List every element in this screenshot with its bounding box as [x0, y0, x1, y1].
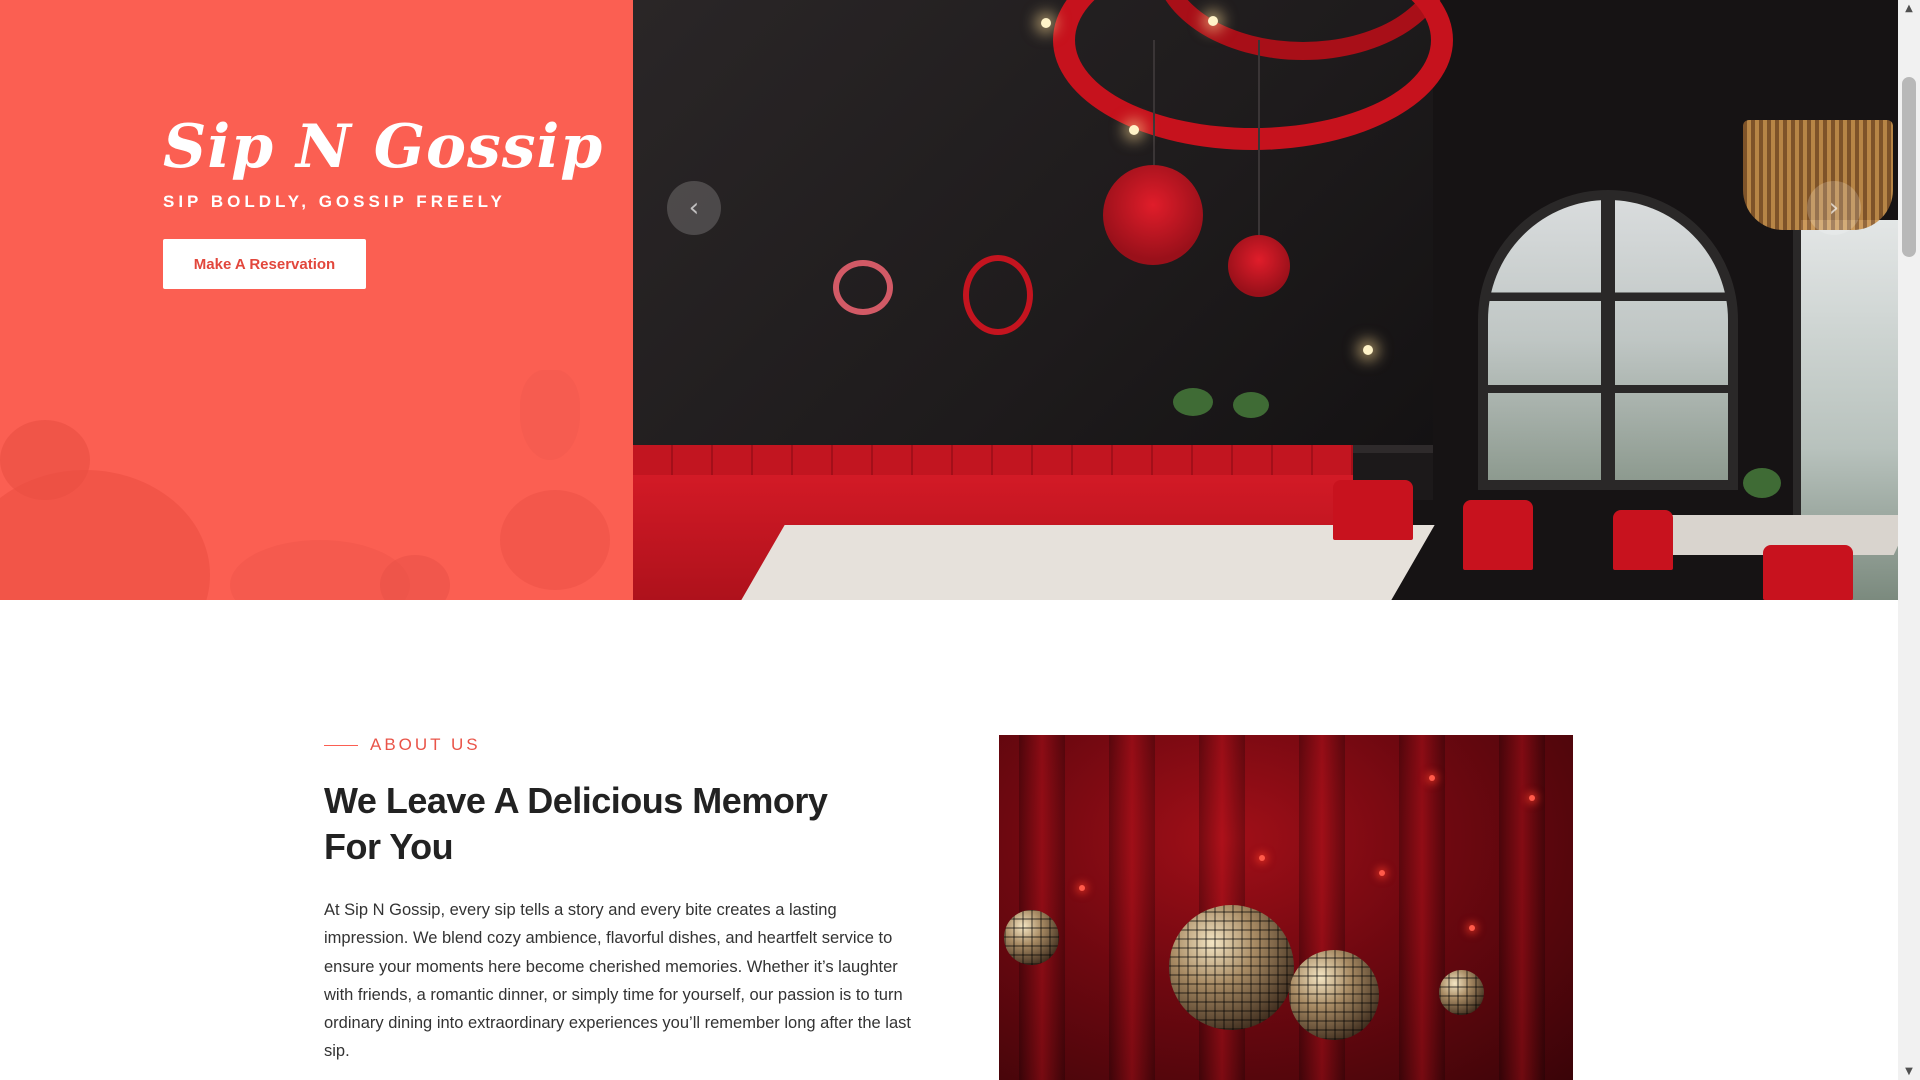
decorative-fruit [500, 490, 610, 590]
hero-restaurant-image [633, 0, 1898, 600]
disco-ball [1439, 970, 1484, 1015]
wall-art [963, 255, 1033, 335]
vertical-scrollbar[interactable]: ▲ ▼ [1898, 0, 1920, 1080]
ceiling-spotlight [1041, 18, 1051, 28]
string-light [1079, 885, 1085, 891]
pendant-lamp [1103, 165, 1203, 265]
disco-ball [1289, 950, 1379, 1040]
plant [1233, 392, 1269, 418]
booth-back [633, 445, 1353, 475]
brand-tagline: SIP BOLDLY, GOSSIP FREELY [163, 192, 506, 211]
disco-ball [1169, 905, 1294, 1030]
carousel-prev-button[interactable]: ‹ [667, 181, 721, 235]
drape [1399, 735, 1445, 1080]
about-eyebrow: ABOUT US [324, 735, 481, 755]
lamp-wire [1258, 40, 1260, 240]
string-light [1429, 775, 1435, 781]
chevron-left-icon: ‹ [688, 193, 700, 223]
string-light [1259, 855, 1265, 861]
red-chair [1463, 500, 1533, 570]
drape [1499, 735, 1545, 1080]
red-chair [1763, 545, 1853, 600]
wall-art [833, 260, 893, 315]
string-light [1379, 870, 1385, 876]
scrollbar-thumb[interactable] [1902, 77, 1916, 257]
disco-ball [1004, 910, 1059, 965]
page: Sip N Gossip SIP BOLDLY, GOSSIP FREELY M… [0, 0, 1920, 1080]
brand-logo-text: Sip N Gossip [163, 112, 604, 182]
plant [1173, 388, 1213, 416]
dining-table [741, 525, 1435, 600]
hero-section: Sip N Gossip SIP BOLDLY, GOSSIP FREELY M… [0, 0, 1898, 600]
ceiling-spotlight [1129, 125, 1139, 135]
ceiling-spotlight [1208, 16, 1218, 26]
pendant-lamp [1228, 235, 1290, 297]
about-interior-image [999, 735, 1573, 1080]
plant [1743, 468, 1781, 498]
scroll-down-button[interactable]: ▼ [1898, 1063, 1920, 1080]
red-chair [1333, 480, 1413, 540]
decorative-fruit [0, 420, 90, 500]
arched-window [1478, 190, 1738, 490]
red-chair [1613, 510, 1673, 570]
triangle-up-icon: ▲ [1905, 3, 1913, 14]
carousel-next-button[interactable]: › [1807, 181, 1861, 235]
triangle-down-icon: ▼ [1905, 1066, 1913, 1077]
make-reservation-button[interactable]: Make A Reservation [163, 239, 366, 289]
wall-sconce [1363, 345, 1373, 355]
about-description: At Sip N Gossip, every sip tells a story… [324, 901, 911, 1061]
decorative-fruit [520, 370, 580, 460]
about-heading: We Leave A Delicious Memory For You [324, 780, 828, 867]
hero-brand-panel: Sip N Gossip SIP BOLDLY, GOSSIP FREELY M… [0, 0, 633, 600]
about-eyebrow-label: ABOUT US [370, 735, 481, 754]
drape [1109, 735, 1155, 1080]
drape [1019, 735, 1065, 1080]
scroll-up-button[interactable]: ▲ [1898, 0, 1920, 17]
string-light [1529, 795, 1535, 801]
chevron-right-icon: › [1828, 193, 1840, 223]
string-light [1469, 925, 1475, 931]
eyebrow-divider [324, 744, 358, 746]
